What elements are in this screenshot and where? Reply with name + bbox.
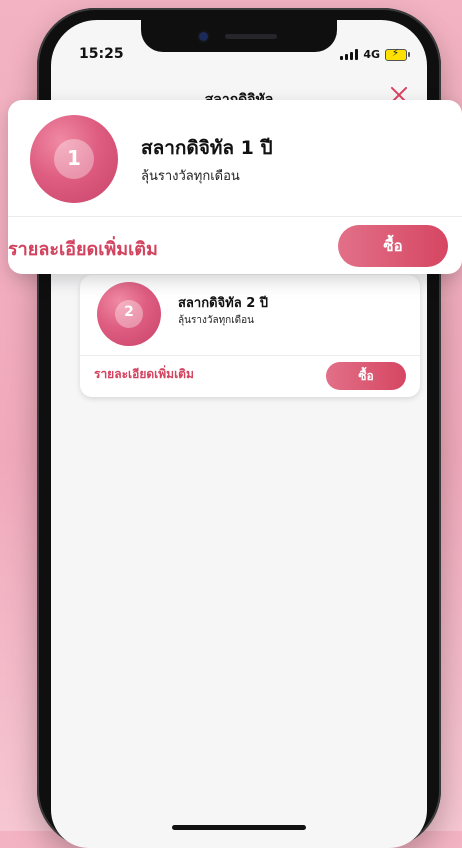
buy-button[interactable]: ซื้อ (338, 225, 448, 267)
card-subtitle: ลุ้นรางวัลทุกเดือน (141, 169, 240, 184)
signal-icon (340, 49, 359, 60)
card-header: 2 สลากดิจิทัล 2 ปี ลุ้นรางวัลทุกเดือน (80, 275, 420, 355)
status-time: 15:25 (79, 46, 124, 62)
status-bar: 15:25 4G ⚡ (51, 46, 427, 64)
more-details-link[interactable]: รายละเอียดเพิ่มเติม (94, 365, 194, 384)
product-card-1-year: 1 สลากดิจิทัล 1 ปี ลุ้นรางวัลทุกเดือน รา… (8, 100, 462, 274)
speaker-grille (225, 34, 277, 39)
lottery-badge-icon: 2 (97, 282, 161, 346)
network-type: 4G (363, 48, 380, 61)
camera-icon (199, 32, 208, 41)
buy-button[interactable]: ซื้อ (326, 362, 406, 390)
card-header: 1 สลากดิจิทัล 1 ปี ลุ้นรางวัลทุกเดือน (8, 100, 462, 216)
badge-number: 2 (124, 304, 134, 320)
card-title: สลากดิจิทัล 2 ปี (178, 296, 269, 311)
badge-number: 1 (67, 146, 81, 170)
lottery-badge-icon: 1 (30, 115, 118, 203)
card-actions: รายละเอียดเพิ่มเติม ซื้อ (8, 216, 462, 274)
product-card-2-years: 2 สลากดิจิทัล 2 ปี ลุ้นรางวัลทุกเดือน รา… (80, 275, 420, 397)
card-subtitle: ลุ้นรางวัลทุกเดือน (178, 315, 254, 326)
battery-charging-icon: ⚡ (385, 48, 410, 61)
home-indicator[interactable] (172, 825, 306, 830)
more-details-link[interactable]: รายละเอียดเพิ่มเติม (8, 234, 158, 263)
card-title: สลากดิจิทัล 1 ปี (141, 137, 273, 159)
card-actions: รายละเอียดเพิ่มเติม ซื้อ (80, 355, 420, 397)
status-indicators: 4G ⚡ (340, 48, 410, 61)
